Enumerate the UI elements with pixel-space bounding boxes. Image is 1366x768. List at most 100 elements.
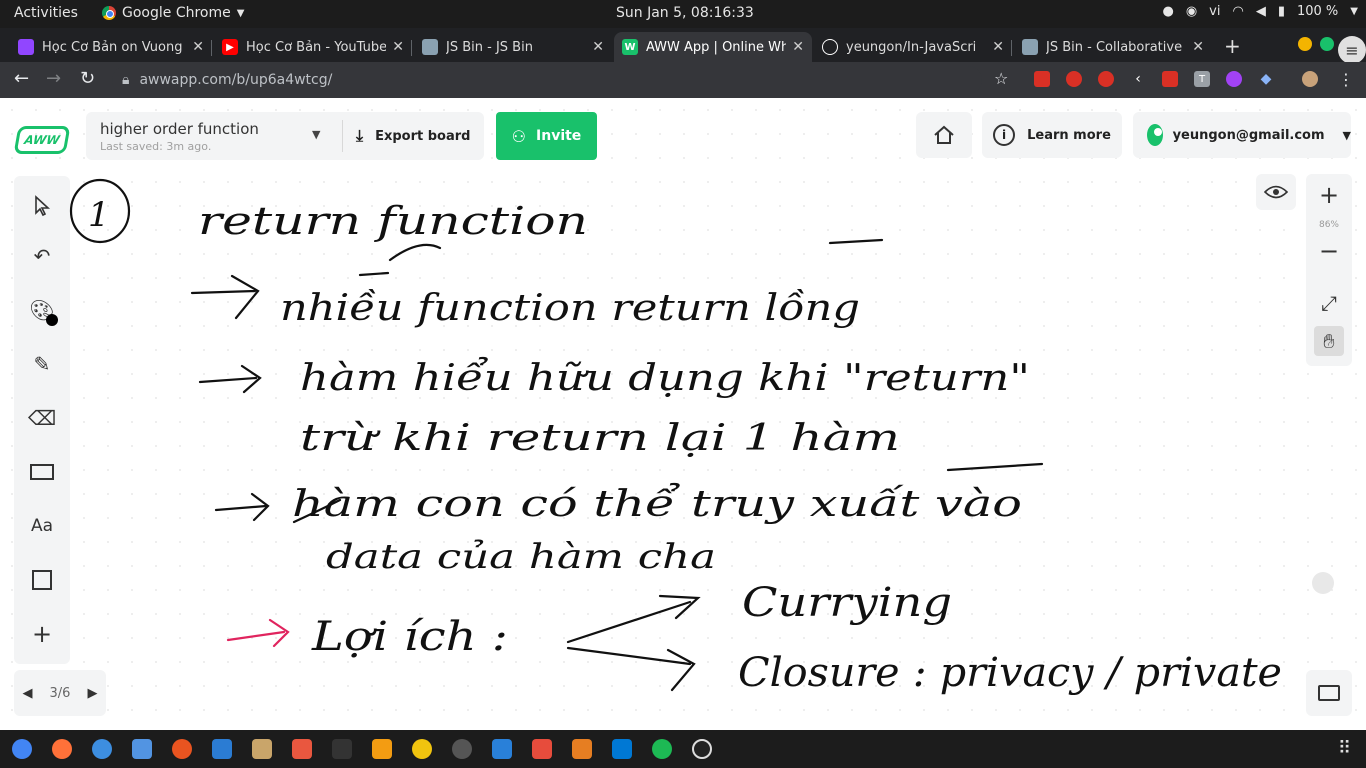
show-apps-icon[interactable]: ⠿ [1338, 738, 1351, 759]
profile-avatar[interactable] [1302, 71, 1318, 87]
wifi-icon: ◠ [1232, 4, 1244, 19]
invite-button[interactable]: ⚇ Invite [496, 112, 597, 160]
fit-screen-button[interactable]: ⤢ [1314, 288, 1344, 318]
terminal-app-icon[interactable] [332, 739, 352, 759]
wifi-app-icon[interactable] [452, 739, 472, 759]
music-app-icon[interactable] [172, 739, 192, 759]
next-page-button[interactable]: ▶ [87, 686, 97, 701]
extension-icon[interactable]: ◆ [1258, 71, 1274, 87]
tab-0[interactable]: Học Cơ Bản on Vuong ✕ [10, 32, 212, 62]
back-button[interactable]: ← [14, 68, 29, 89]
chat-button[interactable] [1306, 670, 1352, 716]
files-app-icon[interactable] [132, 739, 152, 759]
toggle-switch[interactable] [1312, 572, 1334, 594]
spotify-app-icon[interactable] [652, 739, 672, 759]
url-text: awwapp.com/b/up6a4wtcg/ [139, 72, 333, 88]
stroke-mark [292, 498, 342, 524]
shape-tool[interactable] [26, 456, 58, 488]
firefox-app-icon[interactable] [52, 739, 72, 759]
learn-more-button[interactable]: i Learn more [982, 112, 1122, 158]
text-tool-label: Aa [30, 516, 54, 536]
writer-app-icon[interactable] [492, 739, 512, 759]
language-indicator[interactable]: vi [1209, 4, 1220, 19]
pan-tool[interactable]: ✋︎ [1314, 326, 1344, 356]
text-tool[interactable]: Aa [26, 510, 58, 542]
handwriting-canvas: 1 return function nhiều function return … [69, 178, 1282, 696]
sublime-app-icon[interactable] [372, 739, 392, 759]
tab-2[interactable]: JS Bin - JS Bin ✕ [414, 32, 612, 62]
select-tool[interactable] [26, 190, 58, 222]
chevron-down-icon[interactable]: ▼ [312, 128, 320, 141]
sticky-note-icon [32, 570, 52, 590]
forward-button[interactable]: → [46, 68, 61, 89]
battery-level: 100 % [1296, 4, 1339, 19]
extension-icon[interactable] [1098, 71, 1114, 87]
twitch-icon [18, 39, 34, 55]
reload-button[interactable]: ↻ [80, 68, 95, 89]
tab-title: JS Bin - JS Bin [446, 39, 533, 55]
pencil-icon: ✎ [33, 352, 51, 376]
board-title[interactable]: higher order function [100, 120, 259, 138]
close-icon[interactable]: ✕ [392, 39, 404, 55]
arrow-mark [566, 594, 701, 644]
extension-icon[interactable]: ‹ [1130, 71, 1146, 87]
docs-app-icon[interactable] [212, 739, 232, 759]
sticky-note-tool[interactable] [26, 564, 58, 596]
browser-app-icon[interactable] [92, 739, 112, 759]
vscode-app-icon[interactable] [612, 739, 632, 759]
export-board-button[interactable]: ⤓ Export board [356, 126, 470, 146]
close-icon[interactable]: ✕ [1192, 39, 1204, 55]
obs-app-icon[interactable] [692, 739, 712, 759]
zoom-out-button[interactable]: − [1314, 236, 1344, 266]
menu-icon[interactable]: ≡ [1338, 36, 1366, 64]
extension-icon[interactable] [1226, 71, 1242, 87]
close-icon[interactable]: ✕ [192, 39, 204, 55]
system-tray[interactable]: ● ◉ vi ◠ ◀ ▮ 100 % ▼ [1162, 4, 1358, 19]
new-tab-button[interactable]: + [1224, 34, 1241, 58]
presentation-app-icon[interactable] [532, 739, 552, 759]
chat-app-icon[interactable] [412, 739, 432, 759]
add-tool-button[interactable]: + [26, 618, 58, 650]
activities-button[interactable]: Activities [14, 5, 78, 21]
maximize-button[interactable] [1320, 37, 1334, 51]
calc-app-icon[interactable] [572, 739, 592, 759]
color-picker[interactable]: 🎨︎ [26, 294, 58, 326]
zoom-in-button[interactable]: + [1314, 180, 1344, 210]
close-icon[interactable]: ✕ [792, 39, 804, 55]
close-icon[interactable]: ✕ [992, 39, 1004, 55]
kebab-menu-icon[interactable]: ⋮ [1338, 70, 1354, 89]
tab-3-active[interactable]: W AWW App | Online Wh ✕ [614, 32, 812, 62]
address-bar[interactable]: 🔒︎ awwapp.com/b/up6a4wtcg/ [112, 66, 982, 94]
tab-5[interactable]: JS Bin - Collaborative ✕ [1014, 32, 1212, 62]
extension-icon[interactable] [1066, 71, 1082, 87]
undo-icon: ↶ [33, 244, 51, 268]
prev-page-button[interactable]: ◀ [23, 686, 33, 701]
archive-app-icon[interactable] [252, 739, 272, 759]
undo-button[interactable]: ↶ [26, 240, 58, 272]
extension-icon[interactable] [1034, 71, 1050, 87]
aww-logo[interactable]: AWW [13, 126, 71, 154]
tab-separator [211, 40, 212, 56]
account-menu[interactable]: yeungon@gmail.com ▼ [1133, 112, 1351, 158]
tab-title: yeungon/In-JavaScri [846, 39, 977, 55]
tab-4[interactable]: yeungon/In-JavaScri ✕ [814, 32, 1012, 62]
app-menu[interactable]: Google Chrome ▼ [102, 5, 244, 21]
tab-1[interactable]: ▶ Học Cơ Bản - YouTube ✕ [214, 32, 412, 62]
clock[interactable]: Sun Jan 5, 08:16:33 [616, 5, 754, 21]
extension-icon[interactable] [1162, 71, 1178, 87]
home-button[interactable] [916, 112, 972, 158]
eraser-tool[interactable]: ⌫ [26, 402, 58, 434]
view-mode-button[interactable] [1256, 174, 1296, 210]
system-top-bar: Activities Google Chrome ▼ Sun Jan 5, 08… [0, 0, 1366, 28]
whiteboard[interactable]: AWW higher order function Last saved: 3m… [0, 98, 1366, 730]
minimize-button[interactable] [1298, 37, 1312, 51]
pointer-icon [35, 195, 51, 217]
hand-icon: ✋︎ [1323, 329, 1335, 353]
pen-tool[interactable]: ✎ [26, 348, 58, 380]
extension-icon[interactable]: T [1194, 71, 1210, 87]
close-icon[interactable]: ✕ [592, 39, 604, 55]
chrome-app-icon[interactable] [12, 739, 32, 759]
bookmark-star-icon[interactable]: ☆ [994, 69, 1008, 88]
volume-icon: ◀ [1255, 4, 1266, 19]
screenshot-app-icon[interactable] [292, 739, 312, 759]
